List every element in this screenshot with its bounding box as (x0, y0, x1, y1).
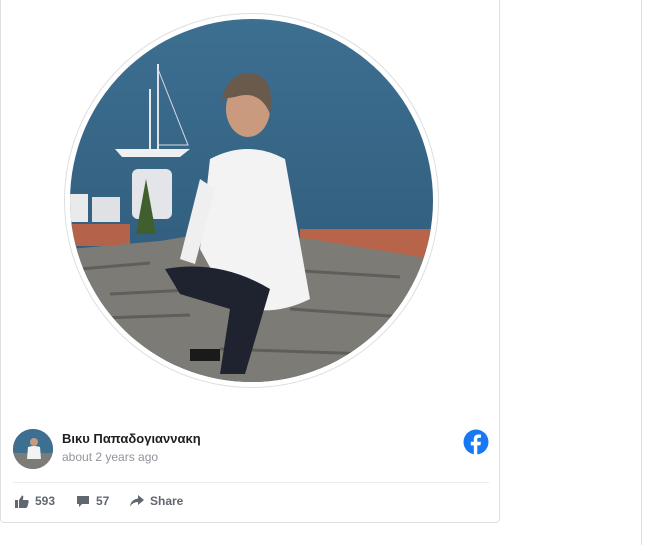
comment-count: 57 (96, 494, 110, 508)
profile-photo[interactable] (70, 19, 433, 382)
share-arrow-icon (130, 495, 144, 507)
like-button[interactable]: 593 (15, 492, 55, 510)
share-label: Share (150, 494, 184, 508)
author-name[interactable]: Βικυ Παπαδογιαννακη (62, 431, 201, 446)
thumbs-up-icon (15, 495, 29, 508)
like-count: 593 (35, 494, 56, 508)
facebook-icon[interactable] (463, 429, 489, 455)
profile-photo-frame (64, 13, 439, 388)
page-right-border (641, 0, 642, 545)
post-actions-bar: 593 57 Share (13, 492, 489, 512)
author-avatar[interactable] (13, 429, 53, 469)
post-author-row: Βικυ Παπαδογιαννακη about 2 years ago (13, 429, 489, 471)
share-button[interactable]: Share (130, 492, 183, 510)
post-timestamp[interactable]: about 2 years ago (62, 450, 158, 464)
comment-icon (77, 495, 89, 507)
action-divider (13, 482, 489, 483)
comment-button[interactable]: 57 (76, 492, 109, 510)
facebook-post-card: Βικυ Παπαδογιαννακη about 2 years ago 59… (0, 0, 500, 523)
